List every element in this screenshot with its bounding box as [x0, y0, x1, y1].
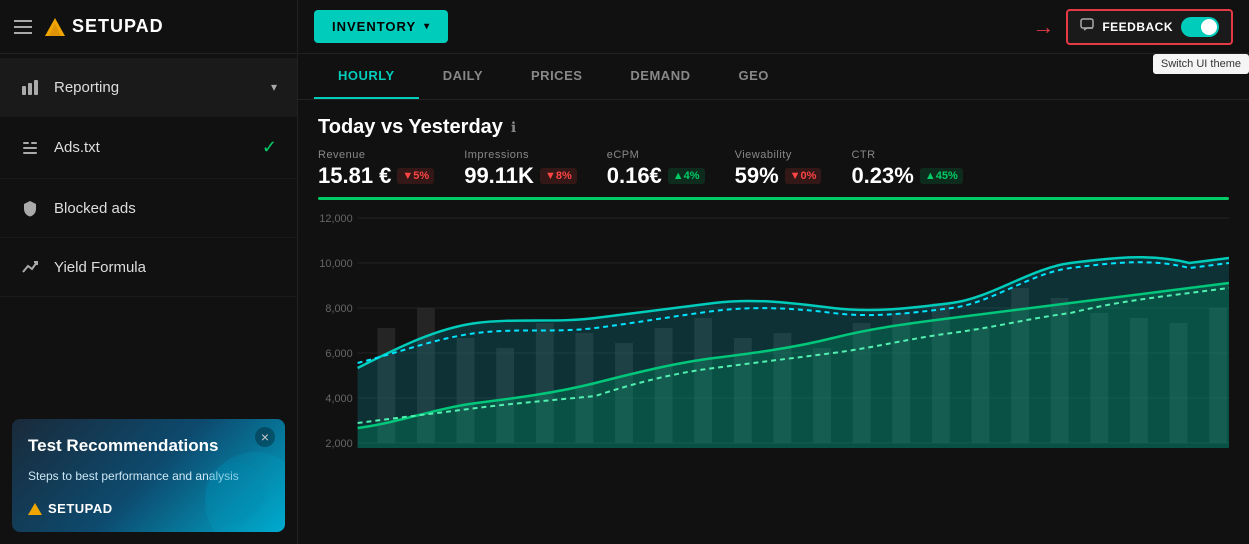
sidebar: SETUPAD Reporting ▾: [0, 0, 298, 544]
metric-revenue: Revenue 15.81 € ▼5%: [318, 149, 434, 189]
chart-container: 12,000 10,000 8,000 6,000 4,000 2,000: [318, 208, 1229, 488]
metrics-row: Revenue 15.81 € ▼5% Impressions 99.11K ▼…: [318, 149, 1229, 189]
metric-badge-ecpm: ▲4%: [668, 168, 705, 184]
metric-value-impressions: 99.11K: [464, 163, 534, 189]
inventory-button[interactable]: INVENTORY ▾: [314, 10, 448, 43]
metric-viewability: Viewability 59% ▼0%: [735, 149, 822, 189]
sidebar-item-label-reporting: Reporting: [54, 79, 257, 96]
inventory-chevron-icon: ▾: [424, 21, 430, 32]
feedback-label: FEEDBACK: [1102, 20, 1173, 34]
chart-svg: 12,000 10,000 8,000 6,000 4,000 2,000: [318, 208, 1229, 488]
promo-close-button[interactable]: ×: [255, 427, 275, 447]
metric-label-viewability: Viewability: [735, 149, 822, 161]
metric-badge-revenue: ▼5%: [397, 168, 434, 184]
toggle-knob: [1201, 19, 1217, 35]
svg-text:10,000: 10,000: [319, 258, 352, 270]
sidebar-item-yield-formula[interactable]: Yield Formula: [0, 238, 297, 297]
sidebar-item-label-yield-formula: Yield Formula: [54, 259, 277, 276]
trending-icon: [20, 258, 40, 276]
metric-badge-ctr: ▲45%: [920, 168, 963, 184]
tab-geo[interactable]: GEO: [714, 54, 792, 99]
metric-label-revenue: Revenue: [318, 149, 434, 161]
logo-text: SETUPAD: [72, 16, 164, 37]
shield-icon: [20, 199, 40, 217]
bar-chart-icon: [20, 78, 40, 96]
metrics-divider: [318, 197, 1229, 200]
sidebar-item-ads-txt[interactable]: Ads.txt ✓: [0, 117, 297, 179]
promo-card: × Test Recommendations Steps to best per…: [12, 419, 285, 532]
metric-badge-viewability: ▼0%: [785, 168, 822, 184]
svg-text:12,000: 12,000: [319, 213, 352, 225]
metric-ctr: CTR 0.23% ▲45%: [851, 149, 962, 189]
svg-text:4,000: 4,000: [325, 393, 352, 405]
metric-value-ecpm: 0.16€: [607, 163, 662, 189]
metric-label-ecpm: eCPM: [607, 149, 705, 161]
list-icon: [20, 139, 40, 157]
feedback-button[interactable]: FEEDBACK: [1066, 9, 1233, 45]
metric-badge-impressions: ▼8%: [540, 168, 577, 184]
svg-text:2,000: 2,000: [325, 438, 352, 450]
sidebar-item-label-ads-txt: Ads.txt: [54, 139, 248, 156]
chart-header: Today vs Yesterday ℹ: [318, 116, 1229, 139]
feedback-icon: [1080, 18, 1094, 35]
theme-toggle[interactable]: [1181, 17, 1219, 37]
chart-title: Today vs Yesterday: [318, 116, 503, 139]
metric-value-viewability: 59%: [735, 163, 779, 189]
metric-impressions: Impressions 99.11K ▼8%: [464, 149, 577, 189]
sidebar-item-blocked-ads[interactable]: Blocked ads: [0, 179, 297, 238]
topbar-right: → FEEDBACK: [1032, 9, 1233, 45]
sidebar-item-reporting[interactable]: Reporting ▾: [0, 58, 297, 117]
sidebar-header: SETUPAD: [0, 0, 297, 54]
svg-text:8,000: 8,000: [325, 303, 352, 315]
sidebar-item-label-blocked-ads: Blocked ads: [54, 200, 277, 217]
svg-text:6,000: 6,000: [325, 348, 352, 360]
metric-value-ctr: 0.23%: [851, 163, 913, 189]
promo-logo-text: SETUPAD: [48, 501, 113, 516]
metric-ecpm: eCPM 0.16€ ▲4%: [607, 149, 705, 189]
metric-label-ctr: CTR: [851, 149, 962, 161]
metric-label-impressions: Impressions: [464, 149, 577, 161]
info-icon[interactable]: ℹ: [511, 119, 516, 136]
tab-daily[interactable]: DAILY: [419, 54, 507, 99]
tabs-bar: HOURLY DAILY PRICES DEMAND GEO: [298, 54, 1249, 100]
cyan-area: [358, 257, 1229, 448]
hamburger-menu[interactable]: [14, 20, 32, 34]
tab-demand[interactable]: DEMAND: [606, 54, 714, 99]
check-icon: ✓: [262, 137, 277, 158]
chevron-down-icon: ▾: [271, 80, 277, 94]
tab-prices[interactable]: PRICES: [507, 54, 606, 99]
arrow-icon: →: [1032, 14, 1054, 40]
tab-hourly[interactable]: HOURLY: [314, 54, 419, 99]
promo-title: Test Recommendations: [28, 435, 269, 457]
sidebar-nav: Reporting ▾ Ads.txt ✓ Blo: [0, 54, 297, 407]
metric-value-revenue: 15.81 €: [318, 163, 391, 189]
main-content: INVENTORY ▾ → FEEDBACK Switch UI theme: [298, 0, 1249, 544]
logo: SETUPAD: [44, 16, 164, 38]
chart-area: Today vs Yesterday ℹ Revenue 15.81 € ▼5%…: [298, 100, 1249, 544]
topbar: INVENTORY ▾ → FEEDBACK Switch UI theme: [298, 0, 1249, 54]
